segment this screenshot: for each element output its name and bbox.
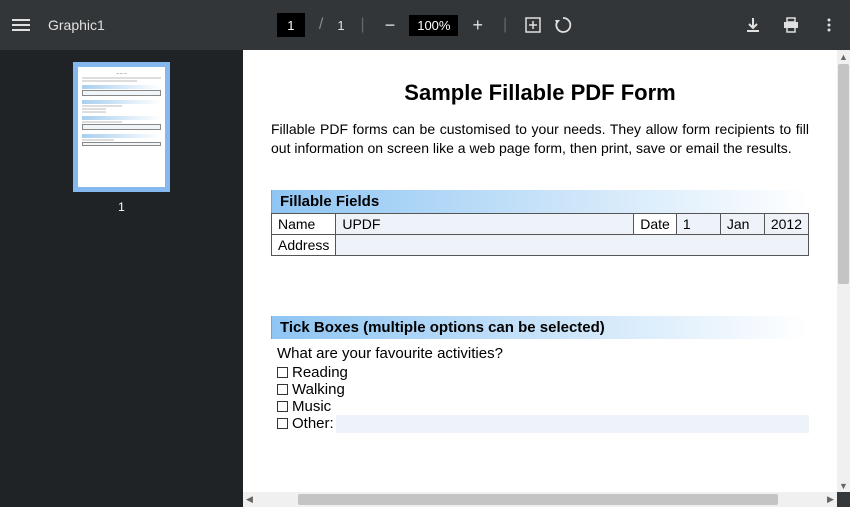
checkbox-walking-label: Walking xyxy=(292,381,345,398)
checkbox-other-label: Other: xyxy=(292,415,334,432)
toolbar-divider: | xyxy=(503,16,507,34)
date-month-field[interactable]: Jan xyxy=(720,213,764,234)
fields-table: Name UPDF Date 1 Jan 2012 Address xyxy=(271,213,809,256)
checkbox-music-label: Music xyxy=(292,398,331,415)
name-field[interactable]: UPDF xyxy=(336,213,634,234)
scroll-left-icon[interactable]: ◀ xyxy=(243,492,256,507)
address-label: Address xyxy=(272,234,336,255)
section-tick-boxes: Tick Boxes (multiple options can be sele… xyxy=(271,316,809,339)
other-text-field[interactable] xyxy=(336,415,809,433)
document-title: Sample Fillable PDF Form xyxy=(271,80,809,106)
horizontal-scroll-thumb[interactable] xyxy=(298,494,778,505)
horizontal-scrollbar[interactable]: ◀ ▶ xyxy=(243,492,837,507)
document-filename: Graphic1 xyxy=(48,17,105,33)
activities-question: What are your favourite activities? xyxy=(277,345,809,362)
vertical-scroll-thumb[interactable] xyxy=(838,64,849,284)
vertical-scrollbar[interactable]: ▲ ▼ xyxy=(837,50,850,492)
page-separator: / xyxy=(319,16,323,34)
date-day-field[interactable]: 1 xyxy=(676,213,720,234)
zoom-out-button[interactable]: − xyxy=(381,15,400,36)
zoom-percentage[interactable]: 100% xyxy=(409,15,458,36)
download-icon[interactable] xyxy=(744,16,762,34)
checkbox-walking[interactable] xyxy=(277,384,288,395)
scroll-down-icon[interactable]: ▼ xyxy=(837,479,850,492)
scroll-right-icon[interactable]: ▶ xyxy=(824,492,837,507)
section-fillable-fields: Fillable Fields xyxy=(271,190,809,213)
content-area: Sample Fillable PDF Form Fillable PDF fo… xyxy=(243,50,850,507)
page-total: 1 xyxy=(337,18,344,33)
toolbar-divider: | xyxy=(361,16,365,34)
scroll-up-icon[interactable]: ▲ xyxy=(837,50,850,63)
rotate-icon[interactable] xyxy=(553,15,573,35)
page-thumbnail[interactable]: — — — xyxy=(73,62,170,192)
checkbox-walking-row: Walking xyxy=(277,381,809,398)
thumbnail-sidebar: — — — 1 xyxy=(0,50,243,507)
thumbnail-number: 1 xyxy=(118,200,125,214)
checkbox-reading[interactable] xyxy=(277,367,288,378)
more-options-icon[interactable] xyxy=(820,16,838,34)
pdf-page: Sample Fillable PDF Form Fillable PDF fo… xyxy=(243,50,837,492)
checkbox-reading-label: Reading xyxy=(292,364,348,381)
date-label: Date xyxy=(634,213,677,234)
checkbox-music[interactable] xyxy=(277,401,288,412)
zoom-in-button[interactable]: + xyxy=(468,15,487,36)
page-number-input[interactable] xyxy=(277,13,305,37)
checkbox-music-row: Music xyxy=(277,398,809,415)
address-field[interactable] xyxy=(336,234,809,255)
print-icon[interactable] xyxy=(782,16,800,34)
checkbox-other-row: Other: xyxy=(277,415,809,433)
menu-icon[interactable] xyxy=(12,19,30,31)
name-label: Name xyxy=(272,213,336,234)
checkbox-reading-row: Reading xyxy=(277,364,809,381)
main-area: — — — 1 Sample Fillable PDF Form xyxy=(0,50,850,507)
fit-page-icon[interactable] xyxy=(523,15,543,35)
date-year-field[interactable]: 2012 xyxy=(764,213,808,234)
intro-text: Fillable PDF forms can be customised to … xyxy=(271,120,809,158)
pdf-toolbar: Graphic1 / 1 | − 100% + | xyxy=(0,0,850,50)
checkbox-other[interactable] xyxy=(277,418,288,429)
